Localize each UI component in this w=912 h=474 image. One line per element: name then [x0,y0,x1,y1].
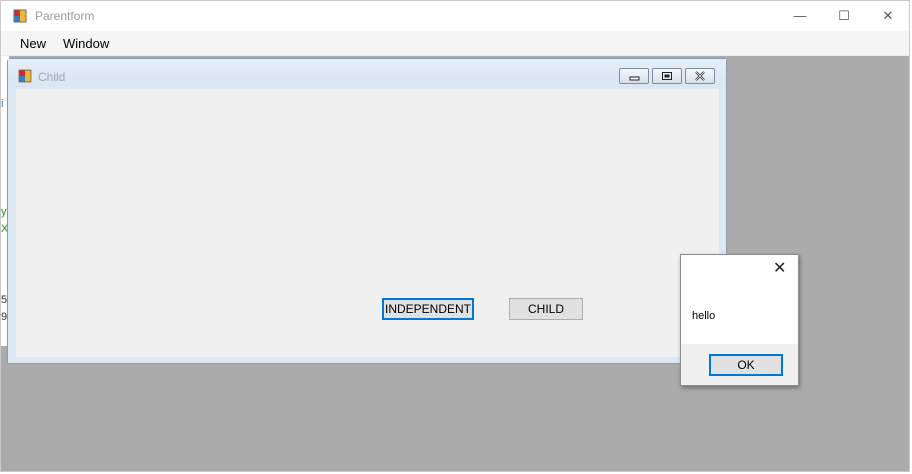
child-window: Child INDEPENDENT CHILD [7,58,727,364]
app-icon [13,9,27,26]
message-box-dialog: ✕ hello OK [680,254,799,386]
child-window-title: Child [38,70,66,84]
maximize-icon: ☐ [838,8,850,23]
menu-item-window[interactable]: Window [63,36,109,51]
ok-button[interactable]: OK [709,354,783,376]
menu-item-new[interactable]: New [20,36,46,51]
menu-bar: New Window [1,31,909,56]
child-button[interactable]: CHILD [509,298,583,320]
child-close-button[interactable] [685,68,715,84]
close-icon: ✕ [882,8,894,23]
child-client-area: INDEPENDENT CHILD [16,89,719,357]
background-text-fragment: y [1,206,7,218]
independent-button[interactable]: INDEPENDENT [382,298,474,320]
maximize-button[interactable]: ☐ [821,1,867,31]
child-titlebar[interactable]: Child [8,59,726,87]
message-text: hello [692,310,716,322]
close-icon[interactable]: ✕ [773,261,786,277]
minimize-button[interactable]: — [777,1,823,31]
minimize-icon: — [793,8,807,23]
child-app-icon [18,69,32,86]
minimize-icon [629,76,640,81]
message-box-footer: OK [681,344,798,385]
close-icon [695,71,705,81]
close-button[interactable]: ✕ [865,1,911,31]
child-restore-button[interactable] [652,68,682,84]
child-minimize-button[interactable] [619,68,649,84]
background-text-fragment: i [1,98,4,110]
window-title: Parentform [35,9,95,23]
parent-titlebar[interactable]: Parentform — ☐ ✕ [1,1,909,31]
restore-icon [662,72,672,80]
